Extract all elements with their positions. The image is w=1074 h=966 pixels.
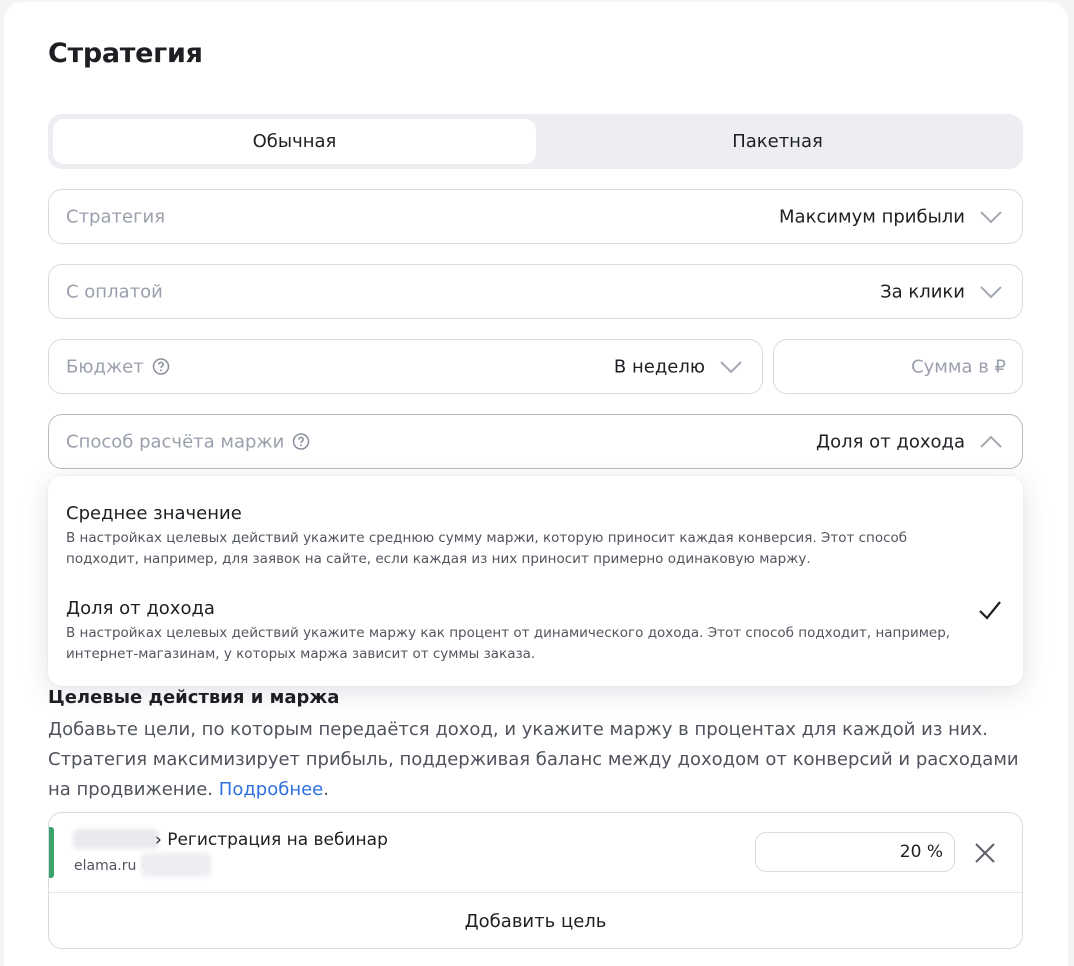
help-icon[interactable] xyxy=(292,433,310,451)
section-description: Добавьте цели, по которым передаётся дох… xyxy=(48,715,1023,805)
check-icon xyxy=(979,601,1001,620)
margin-percent-value: 20 % xyxy=(899,842,943,862)
option-description: В настройках целевых действий укажите ма… xyxy=(66,625,951,662)
strategy-type-switch: Обычная Пакетная xyxy=(48,114,1023,169)
redacted-goal-id xyxy=(73,829,159,849)
chevron-down-icon xyxy=(980,210,1002,223)
add-goal-button[interactable]: Добавить цель xyxy=(49,893,1022,948)
goal-site: elama.ru • xyxy=(74,858,150,874)
goal-name: › Регистрация на вебинар xyxy=(155,830,388,850)
help-icon[interactable] xyxy=(152,358,170,376)
payment-select[interactable]: С оплатой За клики xyxy=(48,264,1023,319)
strategy-select-value: Максимум прибыли xyxy=(779,206,965,227)
chevron-down-icon xyxy=(980,285,1002,298)
close-icon[interactable] xyxy=(973,841,997,865)
margin-method-dropdown: Среднее значение В настройках целевых де… xyxy=(48,476,1023,686)
goal-row: › Регистрация на вебинар elama.ru • 20 % xyxy=(49,813,1022,893)
strategy-select-label: Стратегия xyxy=(66,206,166,227)
option-average-value[interactable]: Среднее значение В настройках целевых де… xyxy=(66,503,966,570)
budget-period-value: В неделю xyxy=(613,356,705,377)
more-link[interactable]: Подробнее xyxy=(219,779,323,800)
option-title: Среднее значение xyxy=(66,503,242,524)
goals-list: › Регистрация на вебинар elama.ru • 20 %… xyxy=(48,812,1023,949)
margin-method-label: Способ расчёта маржи xyxy=(66,431,310,452)
budget-period-select[interactable]: Бюджет В неделю xyxy=(48,339,763,394)
option-description: В настройках целевых действий укажите ср… xyxy=(66,530,908,567)
margin-method-value: Доля от дохода xyxy=(816,431,965,452)
section-text-end: . xyxy=(323,779,329,800)
section-title: Целевые действия и маржа xyxy=(48,687,340,708)
margin-percent-input[interactable]: 20 % xyxy=(755,832,955,872)
tab-regular[interactable]: Обычная xyxy=(53,119,536,164)
payment-select-value: За клики xyxy=(880,281,965,302)
payment-select-label: С оплатой xyxy=(66,281,163,302)
budget-amount-input[interactable]: Сумма в ₽ xyxy=(773,339,1023,394)
chevron-up-icon xyxy=(980,435,1002,448)
budget-label-text: Бюджет xyxy=(66,356,144,377)
chevron-down-icon xyxy=(720,360,742,373)
option-revenue-share[interactable]: Доля от дохода В настройках целевых дейс… xyxy=(66,598,966,665)
option-title: Доля от дохода xyxy=(66,598,215,619)
margin-method-label-text: Способ расчёта маржи xyxy=(66,431,285,452)
goal-accent-bar xyxy=(49,827,54,878)
budget-label: Бюджет xyxy=(66,356,170,377)
margin-method-select[interactable]: Способ расчёта маржи Доля от дохода xyxy=(48,414,1023,469)
redacted-counter xyxy=(141,853,211,877)
budget-amount-placeholder: Сумма в ₽ xyxy=(911,356,1006,377)
strategy-select[interactable]: Стратегия Максимум прибыли xyxy=(48,189,1023,244)
page-title: Стратегия xyxy=(48,38,203,69)
tab-package[interactable]: Пакетная xyxy=(536,119,1019,164)
section-text: Добавьте цели, по которым передаётся дох… xyxy=(48,719,1019,800)
